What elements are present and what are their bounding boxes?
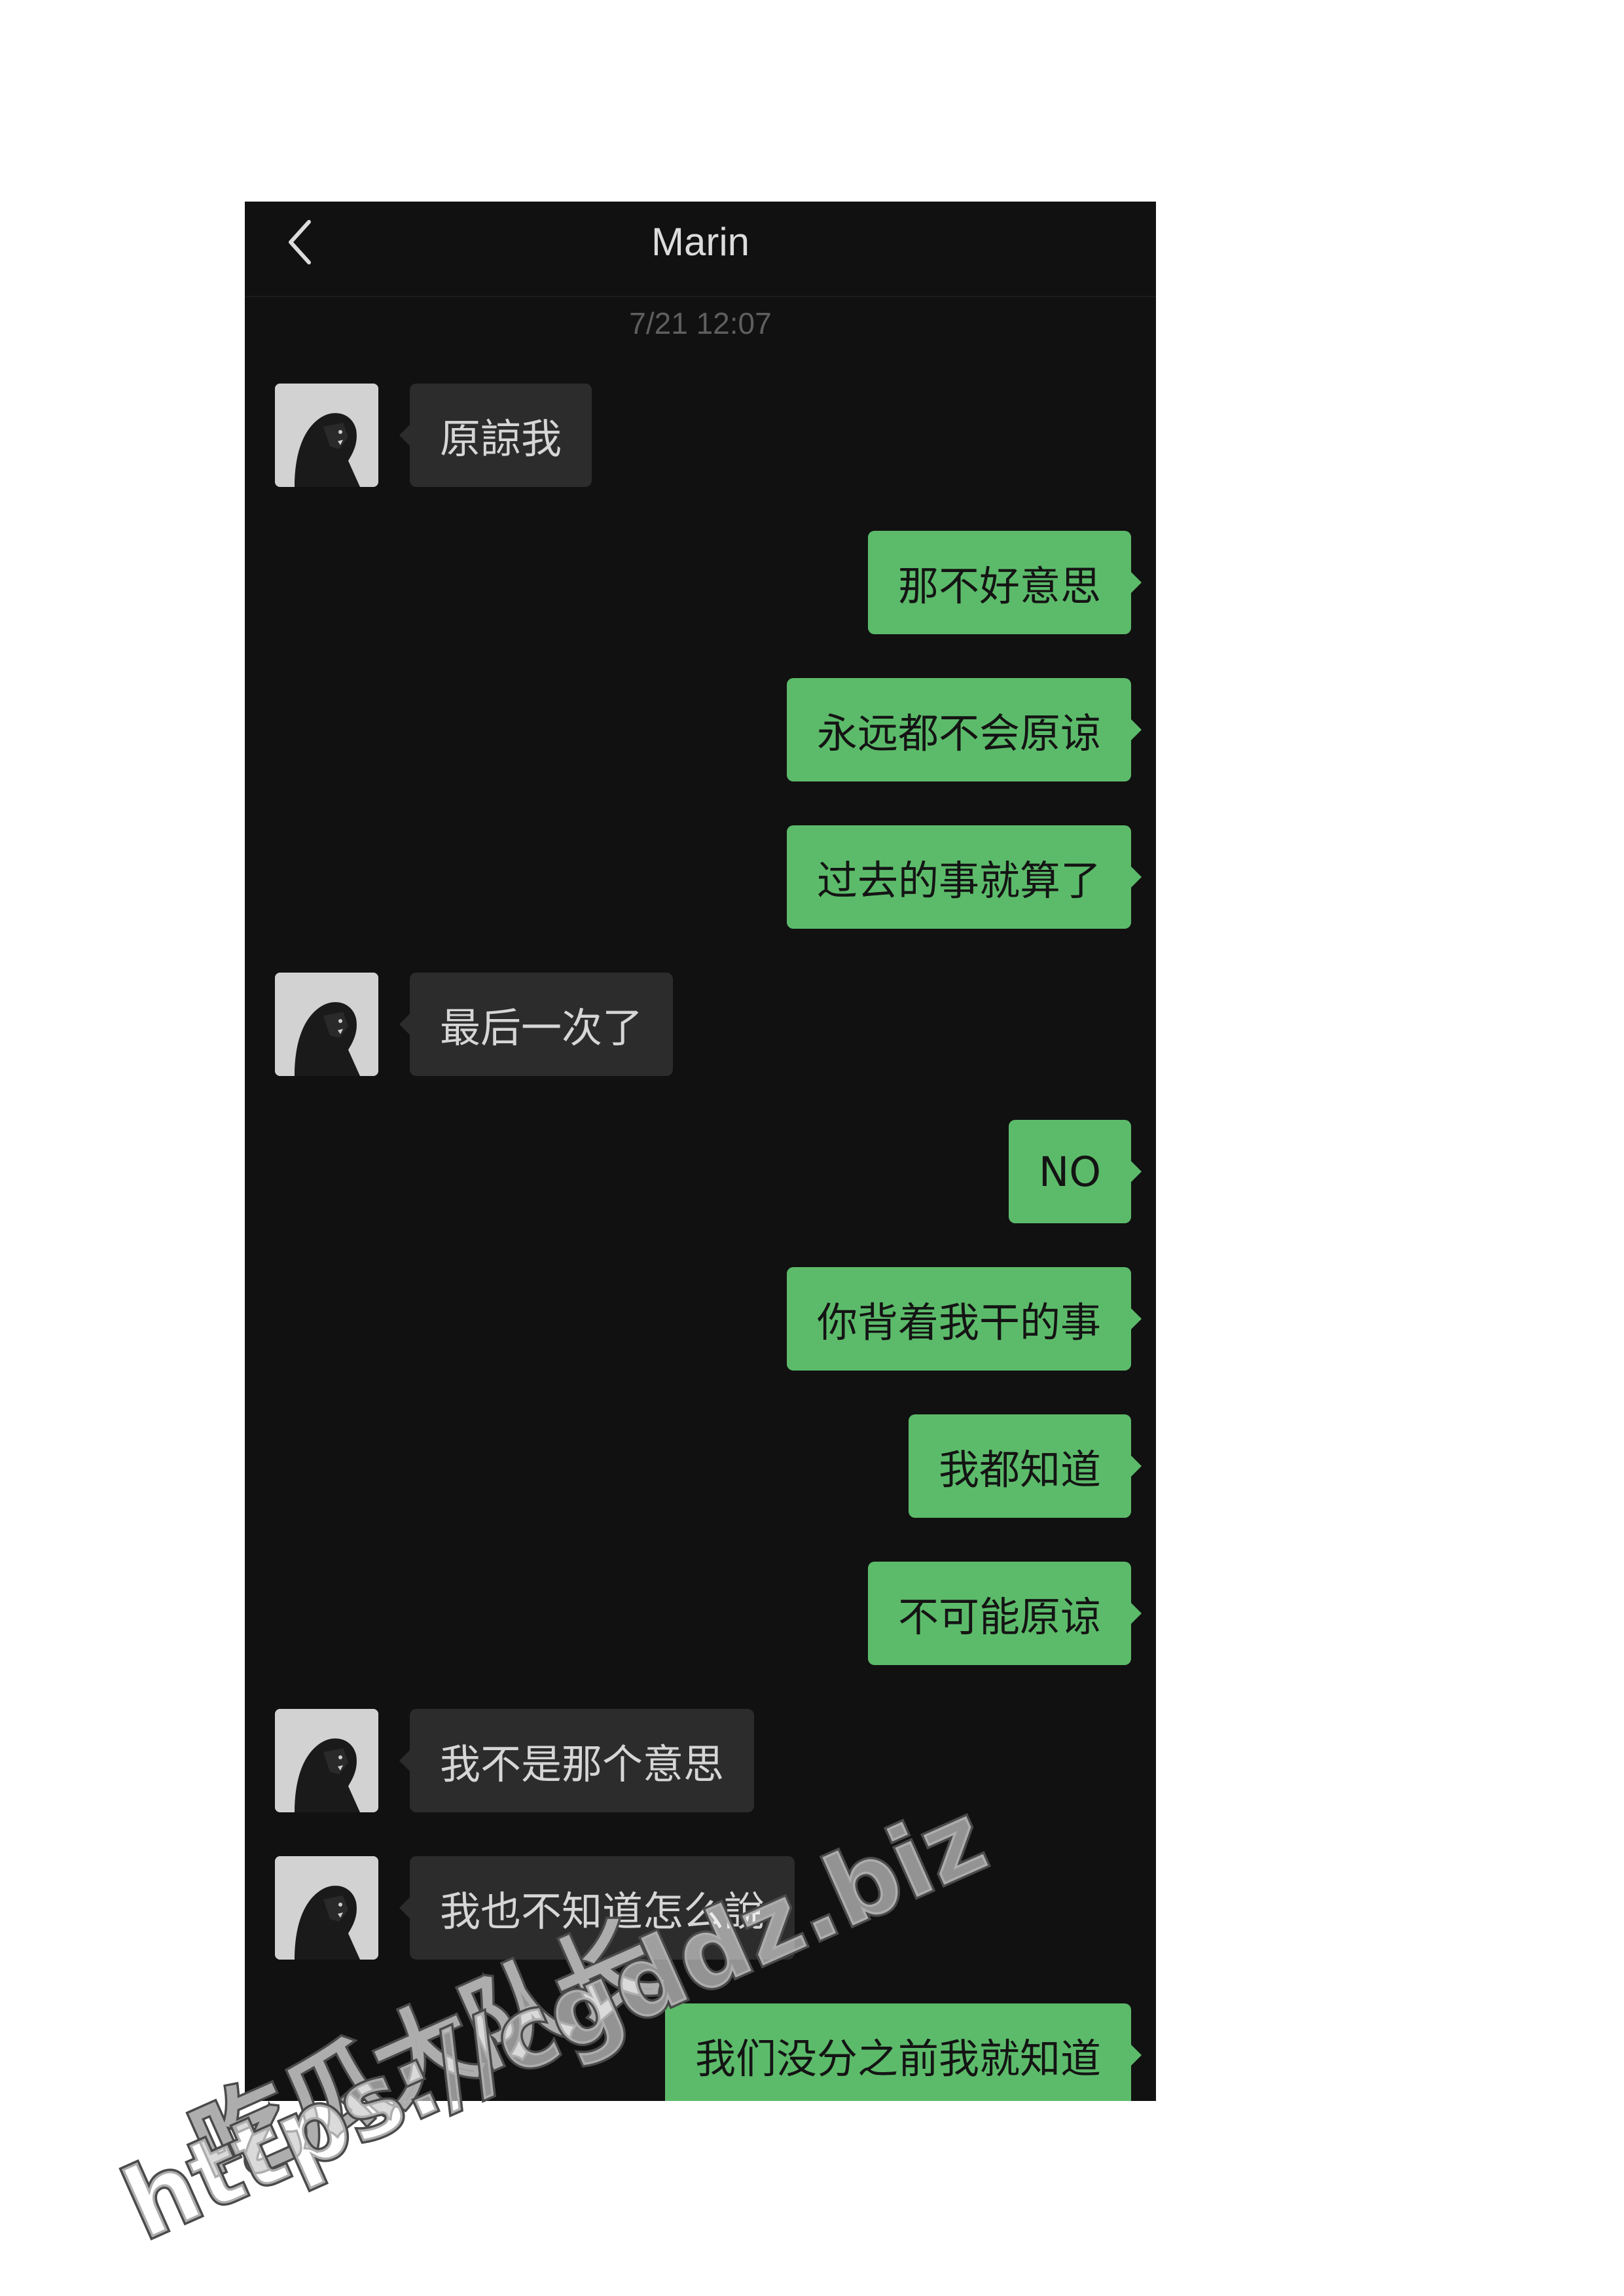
chat-header: Marin <box>245 202 1156 297</box>
message-bubble[interactable]: 我们没分之前我就知道 <box>664 2003 1142 2101</box>
message-bubble[interactable]: 最后一次了 <box>399 973 674 1076</box>
avatar[interactable] <box>275 1709 378 1812</box>
message-bubble[interactable]: 原諒我 <box>399 384 592 487</box>
message-timestamp: 7/21 12:07 <box>629 306 772 340</box>
avatar[interactable] <box>275 973 378 1076</box>
message-bubble[interactable]: 不可能原谅 <box>867 1562 1142 1665</box>
chat-title: Marin <box>651 220 750 264</box>
message-bubble[interactable]: 你背着我干的事 <box>786 1267 1142 1371</box>
message-bubble[interactable]: 过去的事就算了 <box>786 825 1142 929</box>
message-bubble[interactable]: 我不是那个意思 <box>399 1709 755 1812</box>
avatar[interactable] <box>275 1856 378 1960</box>
message-bubble[interactable]: 我都知道 <box>908 1414 1142 1518</box>
chat-screen: Marin 7/21 12:07 原諒我那不好意思永远都不会原谅 过去的事就算了最… <box>245 202 1156 2101</box>
page: Marin 7/21 12:07 原諒我那不好意思永远都不会原谅 过去的事就算了最… <box>0 0 1624 2296</box>
message-bubble[interactable]: 永远都不会原谅 <box>786 678 1142 781</box>
avatar[interactable] <box>275 384 378 487</box>
message-bubble[interactable]: NO <box>1008 1120 1142 1223</box>
message-bubble[interactable]: 那不好意思 <box>867 531 1142 634</box>
message-bubble[interactable]: 我也不知道怎么說 <box>399 1856 795 1960</box>
